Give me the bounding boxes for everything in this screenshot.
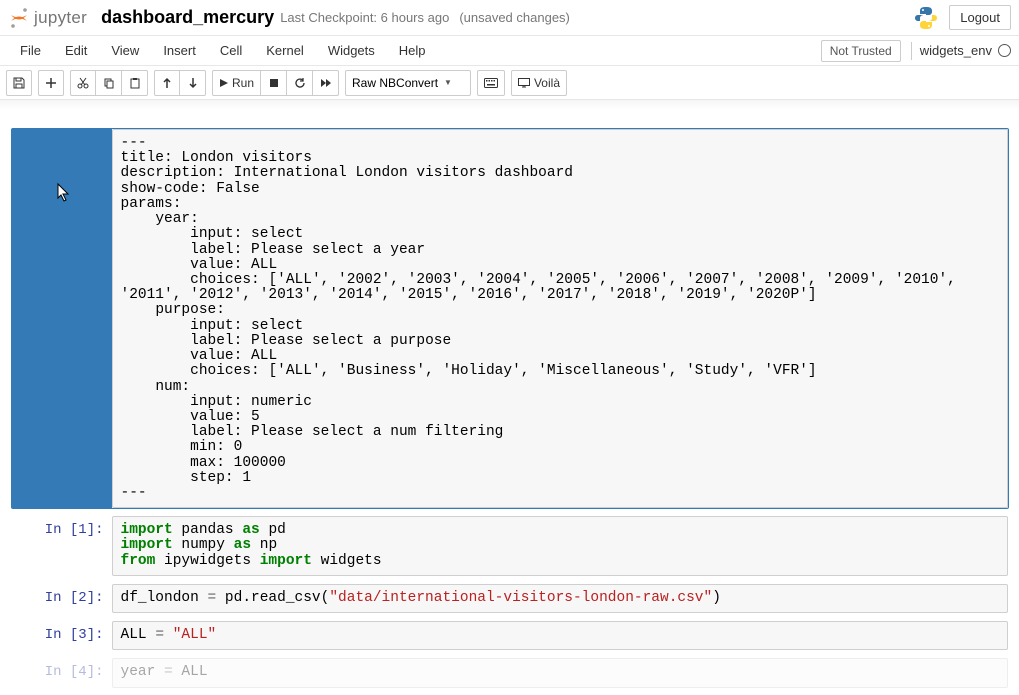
monitor-icon (518, 78, 530, 88)
menu-help[interactable]: Help (387, 37, 438, 64)
checkpoint-text: Last Checkpoint: 6 hours ago (280, 10, 449, 25)
python-icon (913, 5, 939, 31)
jupyter-icon (8, 7, 30, 29)
code-cell-2[interactable]: In [2]: df_london = pd.read_csv("data/in… (11, 583, 1009, 614)
move-down-button[interactable] (180, 70, 206, 96)
play-icon (219, 78, 229, 88)
save-icon (13, 77, 25, 89)
cell-input[interactable]: --- title: London visitors description: … (112, 129, 1008, 508)
stop-button[interactable] (261, 70, 287, 96)
add-cell-button[interactable] (38, 70, 64, 96)
toolbar: Run Raw NBConvert Voilà (0, 66, 1019, 100)
cut-button[interactable] (70, 70, 96, 96)
menu-list: File Edit View Insert Cell Kernel Widget… (8, 37, 438, 64)
copy-button[interactable] (96, 70, 122, 96)
restart-icon (294, 77, 306, 89)
keyboard-icon (484, 78, 498, 88)
restart-button[interactable] (287, 70, 313, 96)
kernel-indicator-icon (998, 44, 1011, 57)
arrow-up-icon (162, 77, 172, 89)
fast-forward-icon (320, 78, 332, 88)
cell-input[interactable]: ALL = "ALL" (112, 621, 1008, 650)
unsaved-text: (unsaved changes) (459, 10, 570, 25)
cut-icon (77, 77, 89, 89)
menu-edit[interactable]: Edit (53, 37, 99, 64)
menu-widgets[interactable]: Widgets (316, 37, 387, 64)
paste-icon (129, 77, 141, 89)
cell-prompt: In [2]: (45, 590, 104, 613)
copy-icon (103, 77, 115, 89)
menu-cell[interactable]: Cell (208, 37, 254, 64)
cell-prompt: In [1]: (45, 522, 104, 576)
code-cell-4[interactable]: In [4]: year = ALL (11, 657, 1009, 688)
menu-kernel[interactable]: Kernel (254, 37, 316, 64)
cell-input[interactable]: df_london = pd.read_csv("data/internatio… (112, 584, 1008, 613)
jupyter-logo[interactable]: jupyter (8, 7, 87, 29)
cell-input[interactable]: import pandas as pd import numpy as np f… (112, 516, 1008, 576)
paste-button[interactable] (122, 70, 148, 96)
arrow-down-icon (188, 77, 198, 89)
command-palette-button[interactable] (477, 70, 505, 96)
notebook-container: --- title: London visitors description: … (5, 110, 1015, 689)
cell-prompt: In [3]: (45, 627, 104, 650)
cell-prompt: In [4]: (45, 664, 104, 687)
kernel-name[interactable]: widgets_env (920, 43, 992, 58)
menu-view[interactable]: View (99, 37, 151, 64)
cell-input[interactable]: year = ALL (112, 658, 1008, 687)
separator (911, 42, 912, 60)
save-button[interactable] (6, 70, 32, 96)
header: jupyter dashboard_mercury Last Checkpoin… (0, 0, 1019, 36)
restart-run-all-button[interactable] (313, 70, 339, 96)
logout-button[interactable]: Logout (949, 5, 1011, 30)
code-cell-3[interactable]: In [3]: ALL = "ALL" (11, 620, 1009, 651)
run-button[interactable]: Run (212, 70, 261, 96)
code-cell-1[interactable]: In [1]: import pandas as pd import numpy… (11, 515, 1009, 577)
stop-icon (269, 78, 279, 88)
jupyter-text: jupyter (34, 8, 87, 28)
menu-insert[interactable]: Insert (151, 37, 208, 64)
celltype-select[interactable]: Raw NBConvert (345, 70, 471, 96)
menubar: File Edit View Insert Cell Kernel Widget… (0, 36, 1019, 66)
plus-icon (45, 77, 57, 89)
raw-cell-0[interactable]: --- title: London visitors description: … (11, 128, 1009, 509)
voila-button[interactable]: Voilà (511, 70, 567, 96)
menu-file[interactable]: File (8, 37, 53, 64)
move-up-button[interactable] (154, 70, 180, 96)
notebook-name[interactable]: dashboard_mercury (101, 7, 274, 28)
not-trusted-button[interactable]: Not Trusted (821, 40, 901, 62)
